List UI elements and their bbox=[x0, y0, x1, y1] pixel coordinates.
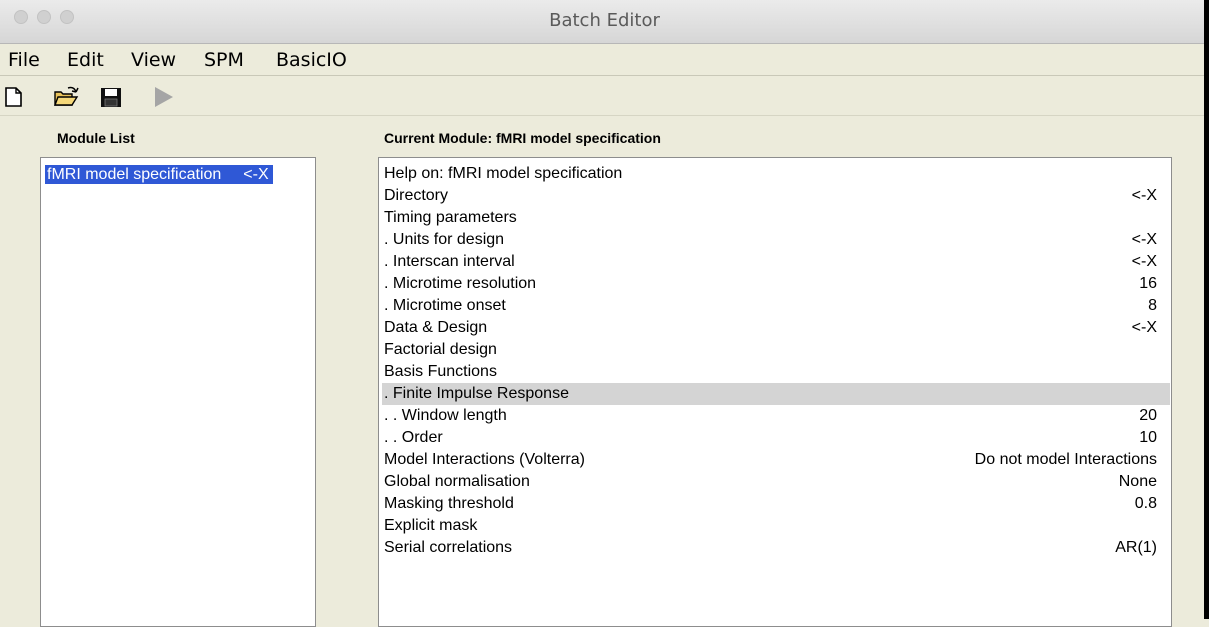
row-value: None bbox=[1118, 473, 1157, 490]
menu-basicio[interactable]: BasicIO bbox=[276, 49, 347, 71]
tree-row[interactable]: Serial correlations AR(1) bbox=[382, 537, 1170, 559]
run-play-icon[interactable] bbox=[151, 84, 177, 110]
tree-row[interactable]: Timing parameters bbox=[382, 207, 1170, 229]
tree-row[interactable]: Data & Design <-X bbox=[382, 317, 1170, 339]
module-item-flag: <-X bbox=[243, 166, 269, 183]
tree-row[interactable]: . . Order 10 bbox=[382, 427, 1170, 449]
row-label: . Finite Impulse Response bbox=[384, 385, 569, 402]
row-label: Help on: fMRI model specification bbox=[384, 165, 623, 182]
module-list-header: Module List bbox=[57, 130, 135, 146]
row-value: 10 bbox=[1139, 429, 1157, 446]
row-label: Data & Design bbox=[384, 319, 488, 336]
module-item-label: fMRI model specification bbox=[47, 166, 222, 183]
title-bar: Batch Editor bbox=[0, 0, 1209, 44]
tree-row[interactable]: Model Interactions (Volterra) Do not mode… bbox=[382, 449, 1170, 471]
tree-row[interactable]: Masking threshold 0.8 bbox=[382, 493, 1170, 515]
row-label: Serial correlations bbox=[384, 539, 513, 556]
row-value: <-X bbox=[1131, 319, 1157, 336]
row-label: Timing parameters bbox=[384, 209, 517, 226]
tree-row[interactable]: . Microtime onset 8 bbox=[382, 295, 1170, 317]
menu-view[interactable]: View bbox=[131, 49, 176, 71]
save-disk-icon[interactable] bbox=[98, 84, 124, 110]
tree-row[interactable]: Factorial design bbox=[382, 339, 1170, 361]
row-value: 0.8 bbox=[1134, 495, 1157, 512]
tree-row[interactable]: . Units for design <-X bbox=[382, 229, 1170, 251]
row-label: Global normalisation bbox=[384, 473, 530, 490]
open-folder-icon[interactable] bbox=[52, 84, 79, 110]
toolbar bbox=[0, 76, 1209, 116]
row-value: 20 bbox=[1139, 407, 1157, 424]
row-value: <-X bbox=[1131, 231, 1157, 248]
tree-row[interactable]: . . Window length 20 bbox=[382, 405, 1170, 427]
row-label: . Units for design bbox=[384, 231, 505, 248]
row-label: . . Order bbox=[384, 429, 443, 446]
tree-row[interactable]: . Microtime resolution 16 bbox=[382, 273, 1170, 295]
menu-file[interactable]: File bbox=[8, 49, 40, 71]
row-value: 16 bbox=[1139, 275, 1157, 292]
row-label: Masking threshold bbox=[384, 495, 514, 512]
tree-row[interactable]: Help on: fMRI model specification bbox=[382, 163, 1170, 185]
row-label: . Interscan interval bbox=[384, 253, 515, 270]
row-label: Directory bbox=[384, 187, 449, 204]
row-value: AR(1) bbox=[1115, 539, 1157, 556]
row-label: Basis Functions bbox=[384, 363, 497, 380]
row-label: . . Window length bbox=[384, 407, 507, 424]
module-list-item[interactable]: fMRI model specification <-X bbox=[45, 165, 273, 184]
row-value: <-X bbox=[1131, 187, 1157, 204]
window-title: Batch Editor bbox=[549, 10, 660, 31]
menu-spm[interactable]: SPM bbox=[204, 49, 244, 71]
tree-row[interactable]: Explicit mask bbox=[382, 515, 1170, 537]
row-label: Factorial design bbox=[384, 341, 497, 358]
tree-row[interactable]: Directory <-X bbox=[382, 185, 1170, 207]
menu-edit[interactable]: Edit bbox=[67, 49, 104, 71]
menu-bar: File Edit View SPM BasicIO bbox=[0, 44, 1209, 76]
row-label: Model Interactions (Volterra) bbox=[384, 451, 585, 468]
row-value: Do not model Interactions bbox=[974, 451, 1157, 468]
row-value: <-X bbox=[1131, 253, 1157, 270]
window-edge bbox=[1204, 0, 1209, 619]
row-label: Explicit mask bbox=[384, 517, 478, 534]
current-module-header: Current Module: fMRI model specification bbox=[384, 130, 661, 146]
tree-row-selected[interactable]: . Finite Impulse Response bbox=[382, 383, 1170, 405]
tree-row[interactable]: Global normalisation None bbox=[382, 471, 1170, 493]
tree-row[interactable]: Basis Functions bbox=[382, 361, 1170, 383]
current-module-tree: Help on: fMRI model specification Direct… bbox=[378, 157, 1172, 627]
new-file-icon[interactable] bbox=[2, 84, 28, 110]
row-label: . Microtime resolution bbox=[384, 275, 537, 292]
tree-row[interactable]: . Interscan interval <-X bbox=[382, 251, 1170, 273]
module-list: fMRI model specification <-X bbox=[40, 157, 316, 627]
row-value: 8 bbox=[1148, 297, 1157, 314]
row-label: . Microtime onset bbox=[384, 297, 506, 314]
